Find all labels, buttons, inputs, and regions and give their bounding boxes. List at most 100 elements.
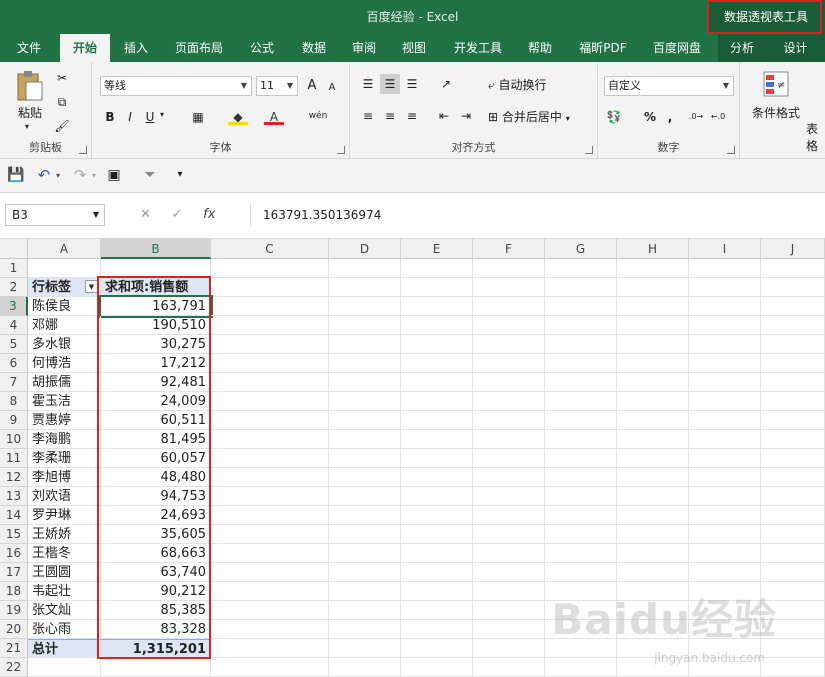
cell[interactable] — [761, 392, 825, 411]
cell[interactable] — [689, 392, 761, 411]
cell[interactable] — [211, 582, 329, 601]
increase-indent-icon[interactable]: ⇥ — [456, 106, 476, 126]
cell[interactable] — [689, 316, 761, 335]
cell[interactable] — [545, 392, 617, 411]
formula-input[interactable]: 163791.350136974 — [250, 204, 825, 226]
cell[interactable] — [617, 392, 689, 411]
cell[interactable] — [617, 316, 689, 335]
cell[interactable] — [761, 297, 825, 316]
cell[interactable] — [28, 259, 101, 278]
cell[interactable] — [689, 430, 761, 449]
row-header[interactable]: 14 — [0, 506, 28, 525]
cell[interactable] — [401, 601, 473, 620]
row-header[interactable]: 16 — [0, 544, 28, 563]
row-header[interactable]: 12 — [0, 468, 28, 487]
paste-label[interactable]: 粘贴 — [14, 104, 46, 121]
cell[interactable] — [761, 449, 825, 468]
cell[interactable] — [329, 354, 401, 373]
pivot-row-value[interactable]: 24,693 — [101, 506, 211, 525]
cell[interactable] — [473, 430, 545, 449]
cell[interactable] — [761, 335, 825, 354]
tab-foxit-pdf[interactable]: 福昕PDF — [570, 34, 636, 62]
cell[interactable] — [545, 430, 617, 449]
pivot-row-value[interactable]: 30,275 — [101, 335, 211, 354]
save-icon[interactable]: 💾 — [6, 165, 26, 185]
cell[interactable] — [401, 411, 473, 430]
cell[interactable] — [761, 430, 825, 449]
cell[interactable] — [545, 259, 617, 278]
cell[interactable] — [689, 544, 761, 563]
cell[interactable] — [329, 335, 401, 354]
cell[interactable] — [545, 373, 617, 392]
cell[interactable] — [473, 278, 545, 297]
cell[interactable] — [401, 468, 473, 487]
cell[interactable] — [545, 544, 617, 563]
redo-dropdown-icon[interactable]: ▾ — [92, 171, 96, 180]
cell[interactable] — [211, 487, 329, 506]
column-header-i[interactable]: I — [689, 239, 761, 259]
row-header[interactable]: 13 — [0, 487, 28, 506]
pivot-total-label[interactable]: 总计 — [28, 639, 101, 658]
cell[interactable] — [211, 544, 329, 563]
column-header-e[interactable]: E — [401, 239, 473, 259]
cell[interactable] — [401, 278, 473, 297]
cell[interactable] — [211, 335, 329, 354]
cell[interactable] — [401, 525, 473, 544]
row-header[interactable]: 21 — [0, 639, 28, 658]
bold-button[interactable]: B — [100, 107, 120, 127]
cell[interactable] — [211, 373, 329, 392]
column-header-a[interactable]: A — [28, 239, 101, 259]
tab-formulas[interactable]: 公式 — [240, 34, 284, 62]
tab-analyze[interactable]: 分析 — [718, 34, 766, 62]
customize-qat-icon[interactable]: ▾ — [170, 165, 190, 185]
cell[interactable] — [761, 373, 825, 392]
cell[interactable] — [329, 411, 401, 430]
cell[interactable] — [211, 639, 329, 658]
shrink-font-icon[interactable]: A — [322, 78, 342, 98]
align-right-icon[interactable]: ≡ — [402, 106, 422, 126]
row-header[interactable]: 10 — [0, 430, 28, 449]
format-as-table-label[interactable]: 表格 — [806, 120, 825, 154]
cell[interactable] — [329, 620, 401, 639]
filter-icon[interactable]: ⏷ — [140, 165, 160, 185]
pivot-row-value[interactable]: 63,740 — [101, 563, 211, 582]
cut-icon[interactable]: ✂ — [52, 68, 72, 88]
cell[interactable] — [689, 354, 761, 373]
filter-dropdown-icon[interactable]: ▼ — [85, 280, 98, 293]
cell[interactable] — [211, 430, 329, 449]
row-header[interactable]: 5 — [0, 335, 28, 354]
cell[interactable] — [329, 468, 401, 487]
pivot-row-name[interactable]: 李柔珊 — [28, 449, 101, 468]
cell[interactable] — [545, 316, 617, 335]
pivot-row-name[interactable]: 罗尹琳 — [28, 506, 101, 525]
cell[interactable] — [761, 487, 825, 506]
pivot-row-value[interactable]: 35,605 — [101, 525, 211, 544]
cell[interactable] — [617, 259, 689, 278]
row-header[interactable]: 3 — [0, 297, 28, 316]
borders-icon[interactable]: ▦ — [188, 107, 208, 127]
font-launcher-icon[interactable] — [337, 146, 345, 154]
cell[interactable] — [689, 525, 761, 544]
cell[interactable] — [401, 392, 473, 411]
row-header[interactable]: 4 — [0, 316, 28, 335]
cell[interactable] — [617, 354, 689, 373]
name-box[interactable]: B3 ▼ — [5, 204, 105, 226]
column-header-h[interactable]: H — [617, 239, 689, 259]
align-left-icon[interactable]: ≡ — [358, 106, 378, 126]
cell[interactable] — [545, 297, 617, 316]
cell[interactable] — [617, 468, 689, 487]
percent-style-button[interactable]: % — [640, 107, 660, 127]
cell[interactable] — [329, 658, 401, 677]
cell[interactable] — [401, 544, 473, 563]
cell[interactable] — [329, 392, 401, 411]
cell[interactable] — [689, 506, 761, 525]
cell[interactable] — [211, 354, 329, 373]
merge-center-button[interactable]: ⊞ 合并后居中 ▾ — [488, 108, 570, 125]
tab-data[interactable]: 数据 — [292, 34, 336, 62]
pivot-row-name[interactable]: 贾惠婷 — [28, 411, 101, 430]
cell[interactable] — [545, 278, 617, 297]
pivot-row-name[interactable]: 陈侯良 — [28, 297, 101, 316]
cell[interactable] — [545, 354, 617, 373]
pivot-row-value[interactable]: 190,510 — [101, 316, 211, 335]
pivot-row-name[interactable]: 韦起壮 — [28, 582, 101, 601]
